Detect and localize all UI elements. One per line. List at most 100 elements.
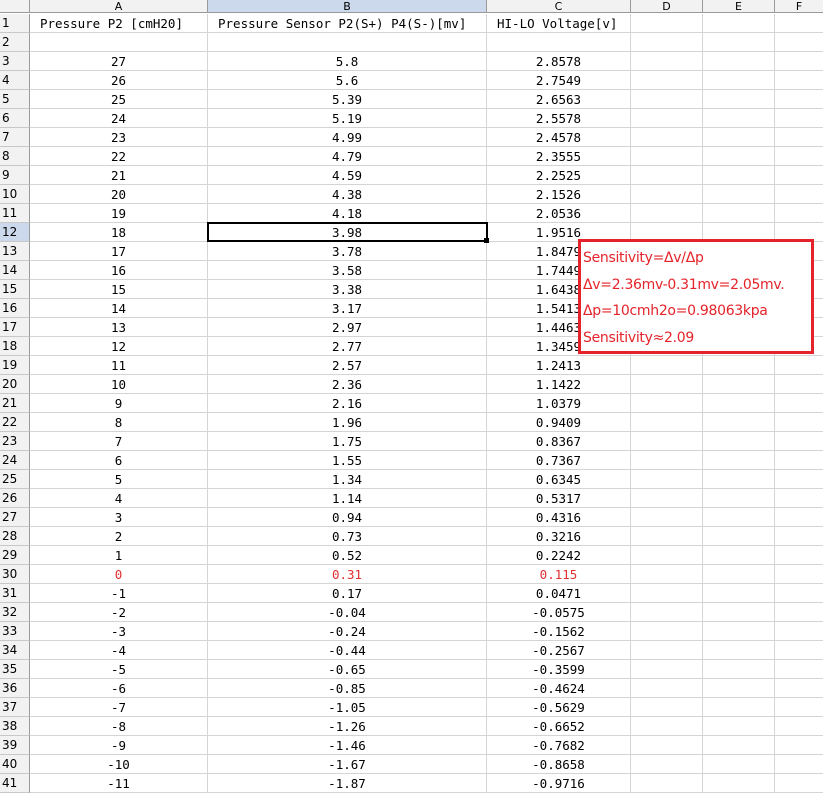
cell-d[interactable] xyxy=(631,679,703,698)
cell-a[interactable]: 16 xyxy=(30,261,208,280)
cell-c[interactable]: -0.3599 xyxy=(487,660,631,679)
row-header[interactable]: 27 xyxy=(0,508,30,527)
cell-c[interactable]: 2.4578 xyxy=(487,128,631,147)
cell-d[interactable] xyxy=(631,451,703,470)
cell-b[interactable]: -1.26 xyxy=(208,717,487,736)
cell-d[interactable] xyxy=(631,717,703,736)
cell-d[interactable] xyxy=(631,470,703,489)
cell-f[interactable] xyxy=(775,755,823,774)
cell-e[interactable] xyxy=(703,52,775,71)
row-header[interactable]: 33 xyxy=(0,622,30,641)
cell-e[interactable] xyxy=(703,14,775,33)
cell-c[interactable]: 2.5578 xyxy=(487,109,631,128)
cell-e[interactable] xyxy=(703,622,775,641)
cell-f[interactable] xyxy=(775,470,823,489)
cell-f[interactable] xyxy=(775,375,823,394)
cell-d[interactable] xyxy=(631,356,703,375)
cell-a[interactable]: -2 xyxy=(30,603,208,622)
cell-d[interactable] xyxy=(631,147,703,166)
cell-c[interactable]: 2.8578 xyxy=(487,52,631,71)
cell-c[interactable]: -0.2567 xyxy=(487,641,631,660)
cell-c[interactable]: 0.2242 xyxy=(487,546,631,565)
cell-e[interactable] xyxy=(703,565,775,584)
row-header[interactable]: 41 xyxy=(0,774,30,793)
cell-d[interactable] xyxy=(631,489,703,508)
cell-a[interactable]: 21 xyxy=(30,166,208,185)
row-header[interactable]: 38 xyxy=(0,717,30,736)
fill-handle[interactable] xyxy=(484,238,489,243)
cell-a[interactable]: 13 xyxy=(30,318,208,337)
sensitivity-annotation-box[interactable]: Sensitivity=Δv/Δp Δv=2.36mv-0.31mv=2.05m… xyxy=(578,239,814,354)
cell-c[interactable]: 0.7367 xyxy=(487,451,631,470)
row-header[interactable]: 35 xyxy=(0,660,30,679)
cell-e[interactable] xyxy=(703,375,775,394)
cell-d[interactable] xyxy=(631,33,703,52)
cell-d[interactable] xyxy=(631,546,703,565)
cell-a[interactable]: 17 xyxy=(30,242,208,261)
cell-f[interactable] xyxy=(775,204,823,223)
cell-a[interactable]: -8 xyxy=(30,717,208,736)
cell-c[interactable]: 0.6345 xyxy=(487,470,631,489)
cell-b[interactable]: 0.52 xyxy=(208,546,487,565)
cell-b[interactable]: 1.34 xyxy=(208,470,487,489)
row-header[interactable]: 13 xyxy=(0,242,30,261)
cell-a[interactable]: 15 xyxy=(30,280,208,299)
cell-e[interactable] xyxy=(703,584,775,603)
cell-a[interactable]: 25 xyxy=(30,90,208,109)
row-header[interactable]: 19 xyxy=(0,356,30,375)
cell-f[interactable] xyxy=(775,451,823,470)
cell-e[interactable] xyxy=(703,394,775,413)
cell-d[interactable] xyxy=(631,584,703,603)
row-header[interactable]: 10 xyxy=(0,185,30,204)
cell-e[interactable] xyxy=(703,489,775,508)
cell-d[interactable] xyxy=(631,565,703,584)
cell-a[interactable]: 6 xyxy=(30,451,208,470)
cell-b[interactable]: 1.75 xyxy=(208,432,487,451)
cell-b[interactable]: Pressure Sensor P2(S+) P4(S-)[mv] xyxy=(208,14,487,33)
cell-c[interactable]: -0.5629 xyxy=(487,698,631,717)
cell-c[interactable]: 0.115 xyxy=(487,565,631,584)
cell-f[interactable] xyxy=(775,90,823,109)
cell-e[interactable] xyxy=(703,717,775,736)
cell-f[interactable] xyxy=(775,52,823,71)
column-header-f[interactable]: F xyxy=(775,0,823,13)
cell-f[interactable] xyxy=(775,489,823,508)
cell-e[interactable] xyxy=(703,128,775,147)
row-header[interactable]: 24 xyxy=(0,451,30,470)
cell-f[interactable] xyxy=(775,527,823,546)
cell-a[interactable]: 19 xyxy=(30,204,208,223)
cell-a[interactable]: -4 xyxy=(30,641,208,660)
cell-b[interactable]: 4.18 xyxy=(208,204,487,223)
row-header[interactable]: 39 xyxy=(0,736,30,755)
cell-b[interactable]: 0.17 xyxy=(208,584,487,603)
cell-f[interactable] xyxy=(775,717,823,736)
cell-c[interactable]: 1.0379 xyxy=(487,394,631,413)
cell-e[interactable] xyxy=(703,774,775,793)
cell-a[interactable]: -5 xyxy=(30,660,208,679)
row-header[interactable]: 7 xyxy=(0,128,30,147)
cell-d[interactable] xyxy=(631,166,703,185)
row-header[interactable]: 21 xyxy=(0,394,30,413)
cell-c[interactable]: 2.3555 xyxy=(487,147,631,166)
cell-b[interactable]: 0.94 xyxy=(208,508,487,527)
cell-d[interactable] xyxy=(631,641,703,660)
cell-d[interactable] xyxy=(631,128,703,147)
row-header[interactable]: 12 xyxy=(0,223,30,242)
cell-a[interactable]: 11 xyxy=(30,356,208,375)
row-header[interactable]: 34 xyxy=(0,641,30,660)
cell-c[interactable]: HI-LO Voltage[v] xyxy=(487,14,631,33)
cell-d[interactable] xyxy=(631,736,703,755)
cell-e[interactable] xyxy=(703,109,775,128)
cell-d[interactable] xyxy=(631,71,703,90)
select-all-corner[interactable] xyxy=(0,0,30,13)
cell-a[interactable]: 27 xyxy=(30,52,208,71)
cell-c[interactable]: -0.7682 xyxy=(487,736,631,755)
cell-c[interactable]: 0.0471 xyxy=(487,584,631,603)
cell-a[interactable]: 10 xyxy=(30,375,208,394)
cell-d[interactable] xyxy=(631,603,703,622)
cell-a[interactable]: 26 xyxy=(30,71,208,90)
cell-a[interactable]: -6 xyxy=(30,679,208,698)
cell-a[interactable]: 7 xyxy=(30,432,208,451)
cell-b[interactable]: 4.99 xyxy=(208,128,487,147)
cell-b[interactable]: -1.67 xyxy=(208,755,487,774)
